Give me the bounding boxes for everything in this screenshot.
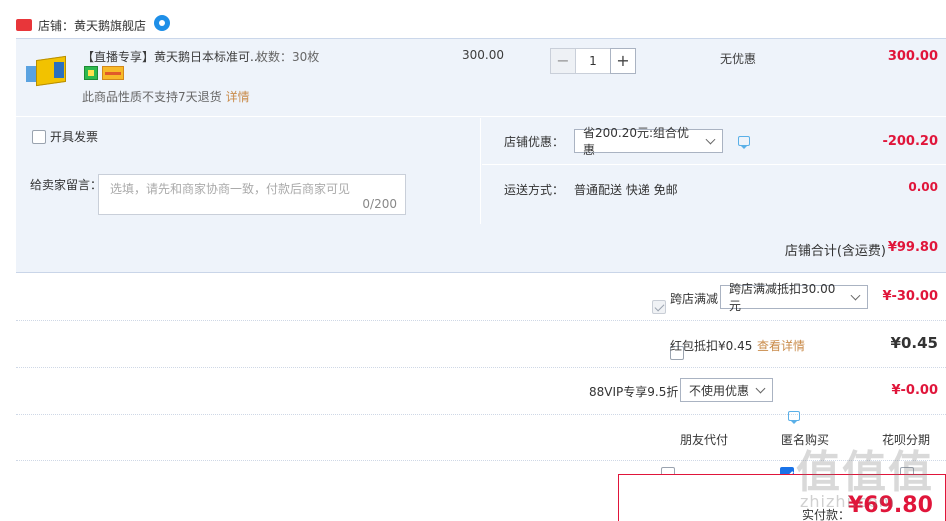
store-discount-select[interactable]: 省200.20元:组合优惠	[574, 126, 723, 157]
message-char-count: 0/200	[362, 197, 397, 211]
chevron-down-icon	[850, 290, 861, 300]
wangwang-chat-icon[interactable]	[154, 15, 171, 31]
chevron-down-icon	[705, 134, 716, 144]
credit-card-badge-icon[interactable]	[102, 66, 124, 80]
red-packet-details-link[interactable]: 查看详情	[757, 337, 805, 354]
divider	[16, 367, 946, 368]
watermark-logo: 值值值	[796, 447, 934, 498]
qty-decrease-button[interactable]: −	[550, 48, 576, 74]
divider	[16, 414, 946, 415]
vip-label: 88VIP专享9.5折	[589, 385, 679, 399]
chat-bubble-icon[interactable]	[788, 411, 800, 424]
divider	[482, 164, 946, 165]
quantity-stepper: − 1 +	[550, 48, 636, 74]
message-label: 给卖家留言：	[30, 178, 103, 192]
shop-header: 店铺：黄天鹅旗舰店	[16, 14, 171, 36]
return-policy-note: 此商品性质不支持7天退货 详情	[82, 90, 250, 104]
red-packet-label[interactable]: 红包抵扣¥0.45	[670, 337, 752, 354]
red-packet-amount: ¥0.45	[890, 334, 938, 352]
cross-store-checkbox[interactable]	[652, 300, 666, 314]
cross-store-amount: ¥-30.00	[882, 289, 938, 304]
shipping-amount: 0.00	[908, 180, 938, 194]
invoice-option[interactable]: 开具发票	[32, 128, 98, 145]
shipping-method: 普通配送 快递 免邮	[574, 183, 678, 197]
return-policy-link[interactable]: 详情	[226, 90, 250, 104]
cross-store-select[interactable]: 跨店满减抵扣30.00元	[720, 282, 868, 313]
friend-pay-label[interactable]: 朋友代付	[680, 431, 728, 448]
store-subtotal-amount: ¥99.80	[887, 240, 938, 255]
store-discount-amount: -200.20	[882, 134, 938, 149]
chat-bubble-icon[interactable]	[738, 136, 750, 149]
message-placeholder: 选填，请先和商家协商一致，付款后商家可见	[110, 182, 351, 196]
guarantee-badge-icon[interactable]	[84, 66, 98, 80]
store-subtotal-label: 店铺合计(含运费)	[784, 244, 886, 259]
chevron-down-icon	[755, 383, 766, 393]
watermark-url: zhizhi.com	[800, 492, 896, 511]
item-total: 300.00	[887, 49, 938, 64]
shipping-label: 运送方式：	[504, 183, 565, 197]
product-thumbnail[interactable]	[26, 50, 72, 88]
divider	[480, 118, 481, 224]
divider	[16, 320, 946, 321]
cross-store-label: 跨店满减	[670, 292, 719, 306]
store-discount-label: 店铺优惠：	[504, 135, 565, 149]
product-sku: 枚数：30枚	[256, 50, 320, 64]
vip-amount: ¥-0.00	[891, 383, 938, 398]
quantity-input[interactable]: 1	[576, 48, 610, 74]
unit-price: 300.00	[462, 48, 504, 62]
product-title[interactable]: 【直播专享】黄天鹅日本标准可...	[82, 48, 261, 65]
tmall-logo-icon	[16, 19, 32, 31]
shop-name[interactable]: 店铺：黄天鹅旗舰店	[38, 17, 146, 34]
qty-increase-button[interactable]: +	[610, 48, 636, 74]
item-discount-status: 无优惠	[720, 52, 757, 66]
invoice-label[interactable]: 开具发票	[50, 128, 98, 145]
service-badges	[84, 66, 124, 80]
seller-message-textarea[interactable]: 选填，请先和商家协商一致，付款后商家可见 0/200	[98, 174, 406, 215]
vip-discount-select[interactable]: 不使用优惠	[680, 378, 773, 402]
invoice-checkbox[interactable]	[32, 129, 46, 144]
